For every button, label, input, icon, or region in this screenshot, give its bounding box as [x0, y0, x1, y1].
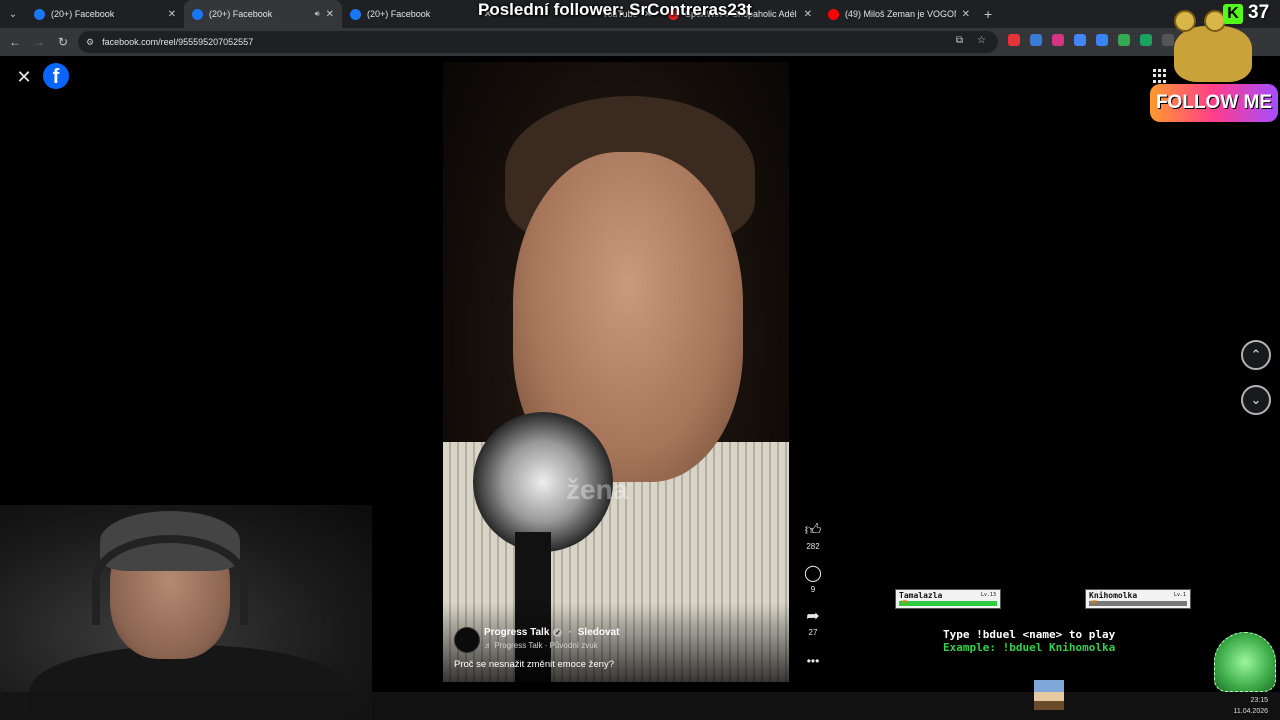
address-bar[interactable]: ⚙ facebook.com/reel/955595207052557 ⧉ ☆ — [78, 31, 998, 53]
extension-icon[interactable] — [1052, 34, 1064, 46]
duel-player-level: Lv.13 — [980, 592, 996, 598]
menu-grid-icon[interactable] — [1153, 69, 1167, 83]
video-watermark-text: žena — [566, 474, 629, 505]
more-dots-icon: ••• — [806, 654, 820, 668]
follow-me-badge: FOLLOW ME — [1150, 84, 1278, 122]
duel-player-level: Lv.1 — [1173, 592, 1186, 598]
clock-date: 11.04.2026 — [1233, 708, 1268, 715]
follow-link[interactable]: Sledovat — [578, 627, 620, 638]
hp-bar-fill — [1089, 601, 1187, 606]
extension-icon[interactable] — [1096, 34, 1108, 46]
author-avatar[interactable] — [454, 627, 480, 653]
new-tab-icon[interactable]: + — [984, 6, 992, 22]
duel-player-card: Knihomolka Lv.1 HP — [1085, 589, 1191, 609]
tab-close-icon[interactable]: ✕ — [962, 9, 970, 20]
install-app-icon[interactable]: ⧉ — [956, 35, 963, 46]
share-count: 27 — [808, 628, 818, 637]
kick-logo: K — [1223, 4, 1243, 24]
more-options-button[interactable]: ••• — [798, 652, 828, 670]
thumbs-up-icon: 👍︎ — [804, 522, 822, 539]
tab-title: (20+) Facebook — [209, 9, 273, 19]
clock-time: 23:15 — [1250, 697, 1268, 704]
extension-icon[interactable] — [1074, 34, 1086, 46]
browser-tab[interactable]: (20+) Facebook 🔊︎ ✕ — [184, 0, 342, 28]
duel-instruction: Type !bduel <name> to play — [943, 628, 1116, 641]
screen: ⌄ (20+) Facebook ✕ (20+) Facebook 🔊︎ ✕ (20+) … — [0, 0, 1280, 720]
pixel-tree-image — [1214, 632, 1276, 692]
like-button[interactable]: 👍︎ 282 — [798, 522, 828, 551]
tab-audio-icon[interactable]: 🔊︎ — [315, 9, 320, 19]
author-name[interactable]: Progress Talk — [484, 627, 549, 638]
close-icon[interactable]: ✕ — [13, 66, 35, 88]
separator-dot: · — [568, 627, 572, 638]
verified-badge-icon: ✓ — [553, 628, 563, 637]
forward-icon[interactable]: → — [27, 28, 51, 56]
author-line: Progress Talk ✓ · Sledovat — [484, 627, 619, 638]
comment-icon: ◯ — [804, 565, 822, 582]
hp-label: HP — [1091, 600, 1098, 606]
tab-title: (49) Miloš Zeman je VOGON! - — [845, 9, 956, 19]
tab-title: (20+) Facebook — [367, 9, 431, 19]
tab-search-icon[interactable]: ⌄ — [0, 0, 26, 28]
extension-icon[interactable] — [1118, 34, 1130, 46]
tab-close-icon[interactable]: ✕ — [326, 9, 334, 20]
comment-count: 9 — [810, 585, 816, 594]
url-text[interactable]: facebook.com/reel/955595207052557 — [102, 37, 253, 47]
browser-tab[interactable]: (20+) Facebook ✕ — [342, 0, 500, 28]
tab-close-icon[interactable]: ✕ — [804, 9, 812, 20]
last-follower-banner: Poslední follower: SrContreras23t — [478, 0, 752, 19]
tab-favicon-icon — [350, 8, 361, 20]
previous-reel-button[interactable]: ⌃ — [1241, 340, 1271, 370]
duel-player-name: Tamalazla — [899, 591, 943, 600]
streamer-webcam — [0, 505, 372, 720]
next-reel-button[interactable]: ⌄ — [1241, 385, 1271, 415]
site-info-icon[interactable]: ⚙ — [86, 37, 94, 48]
extension-icon[interactable] — [1008, 34, 1020, 46]
duel-example: Example: !bduel Knihomolka — [943, 641, 1116, 654]
omnibox-actions: ⧉ ☆ — [956, 35, 986, 46]
bookmark-star-icon[interactable]: ☆ — [977, 35, 986, 46]
comment-button[interactable]: ◯ 9 — [798, 565, 828, 594]
browser-toolbar: ← → ↻ ⚙ facebook.com/reel/95559520705255… — [0, 28, 1280, 56]
headphones-image — [92, 535, 248, 625]
tab-title: (20+) Facebook — [51, 9, 115, 19]
chevron-up-icon: ⌃ — [1250, 347, 1262, 362]
duel-player-card: Tamalazla Lv.13 HP — [895, 589, 1001, 609]
reel-caption: Proč se nesnažit změnit emoce ženy? — [454, 659, 614, 670]
reload-icon[interactable]: ↻ — [51, 28, 75, 56]
pixel-character-image — [1034, 680, 1064, 710]
share-button[interactable]: ➦ 27 — [798, 608, 828, 637]
system-clock: 23:15 11.04.2026 — [1233, 695, 1268, 717]
extension-icon[interactable] — [1140, 34, 1152, 46]
hp-bar — [899, 601, 997, 606]
share-arrow-icon: ➦ — [806, 608, 820, 625]
extension-icon[interactable] — [1030, 34, 1042, 46]
facebook-logo[interactable]: f — [43, 63, 69, 89]
duel-player-name: Knihomolka — [1089, 591, 1138, 600]
browser-tab[interactable]: (20+) Facebook ✕ — [26, 0, 184, 28]
chevron-down-icon: ⌄ — [1250, 392, 1262, 407]
hp-bar — [1089, 601, 1187, 606]
kick-viewer-count: 37 — [1248, 2, 1270, 23]
audio-attribution[interactable]: ♬ Progress Talk · Původní zvuk — [484, 641, 598, 650]
browser-tab[interactable]: (49) Miloš Zeman je VOGON! - ✕ — [820, 0, 978, 28]
taskbar — [0, 692, 1280, 720]
tab-close-icon[interactable]: ✕ — [168, 9, 176, 20]
hp-bar-fill — [899, 601, 997, 606]
tab-favicon-icon — [828, 8, 839, 20]
tab-favicon-icon — [34, 8, 45, 20]
tab-favicon-icon — [192, 8, 203, 20]
back-icon[interactable]: ← — [3, 28, 27, 56]
reel-video[interactable]: žena — [443, 62, 789, 682]
hp-label: HP — [901, 600, 908, 606]
like-count: 282 — [806, 542, 820, 551]
